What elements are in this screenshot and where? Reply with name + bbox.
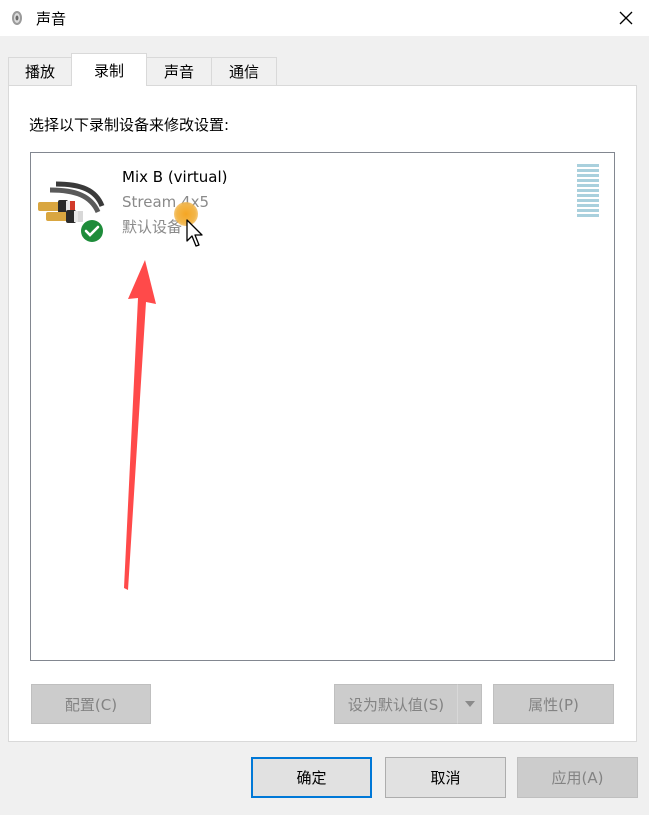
configure-button[interactable]: 配置(C) bbox=[31, 684, 151, 724]
properties-button[interactable]: 属性(P) bbox=[493, 684, 614, 724]
speaker-icon bbox=[10, 10, 24, 26]
apply-button[interactable]: 应用(A) bbox=[517, 757, 638, 798]
device-name[interactable]: Mix B (virtual) bbox=[122, 168, 227, 186]
cancel-button[interactable]: 取消 bbox=[385, 757, 506, 798]
window-title: 声音 bbox=[36, 10, 67, 28]
instruction-text: 选择以下录制设备来修改设置: bbox=[29, 116, 230, 134]
set-default-button[interactable]: 设为默认值(S) bbox=[334, 684, 458, 724]
device-status: 默认设备 bbox=[122, 218, 183, 236]
title-bar: 声音 bbox=[0, 0, 649, 36]
mouse-cursor-icon bbox=[186, 219, 203, 247]
tab-playback[interactable]: 播放 bbox=[8, 57, 72, 85]
device-list[interactable] bbox=[30, 152, 615, 661]
close-button[interactable] bbox=[603, 0, 649, 36]
tab-communications[interactable]: 通信 bbox=[211, 57, 277, 85]
chevron-down-icon bbox=[464, 701, 475, 707]
close-icon bbox=[619, 11, 633, 25]
level-meter bbox=[577, 164, 599, 220]
check-badge-icon bbox=[79, 218, 105, 244]
tab-sounds[interactable]: 声音 bbox=[146, 57, 212, 85]
ok-button[interactable]: 确定 bbox=[251, 757, 372, 798]
set-default-dropdown[interactable] bbox=[457, 684, 482, 724]
tab-recording[interactable]: 录制 bbox=[71, 53, 147, 86]
